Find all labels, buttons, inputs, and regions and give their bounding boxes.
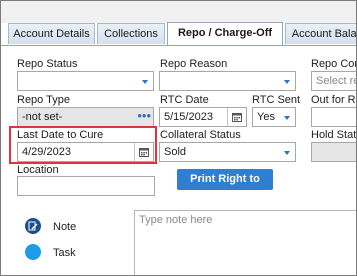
- collateral-status-label: Collateral Status: [160, 129, 241, 141]
- rtc-sent-select[interactable]: Yes: [252, 107, 296, 127]
- repo-type-field[interactable]: -not set- •••: [17, 107, 154, 127]
- hold-status-field[interactable]: [311, 142, 356, 162]
- print-right-to-cure-button[interactable]: Print Right to Cure: [177, 169, 273, 206]
- tab-bar: Account Details Collections Repo / Charg…: [8, 22, 356, 45]
- repo-com-label: Repo Com: [311, 58, 356, 70]
- collateral-status-select[interactable]: Sold: [159, 142, 296, 162]
- chevron-down-icon: [284, 116, 290, 120]
- hold-status-label: Hold Statu: [311, 129, 357, 141]
- repo-reason-select[interactable]: [159, 71, 296, 91]
- location-label: Location: [17, 164, 59, 176]
- out-for-repo-field[interactable]: [311, 107, 356, 127]
- repo-status-select[interactable]: [17, 71, 154, 91]
- top-band: [1, 1, 356, 23]
- repo-type-label: Repo Type: [17, 94, 71, 106]
- repo-reason-label: Repo Reason: [160, 58, 228, 70]
- rtc-date-label: RTC Date: [160, 94, 209, 106]
- tab-collections[interactable]: Collections: [97, 23, 165, 44]
- location-input[interactable]: [17, 176, 155, 196]
- task-icon[interactable]: [25, 244, 41, 260]
- repo-status-label: Repo Status: [17, 58, 78, 70]
- highlight-box: [9, 126, 157, 164]
- window-frame: Account Details Collections Repo / Charg…: [0, 0, 357, 276]
- task-option-label: Task: [53, 247, 76, 259]
- note-option-label: Note: [53, 221, 77, 233]
- calendar-icon[interactable]: [227, 108, 246, 126]
- tab-repo-charge-off[interactable]: Repo / Charge-Off: [167, 22, 283, 45]
- chevron-down-icon: [284, 151, 290, 155]
- more-icon[interactable]: •••: [137, 108, 151, 123]
- chevron-down-icon: [142, 80, 148, 84]
- out-for-repo-label: Out for Re: [311, 94, 357, 106]
- note-icon[interactable]: [25, 218, 41, 234]
- note-textarea[interactable]: Type note here: [134, 210, 356, 275]
- rtc-date-input[interactable]: 5/15/2023: [159, 107, 247, 127]
- rtc-sent-label: RTC Sent: [252, 94, 301, 106]
- repo-com-select[interactable]: Select rep: [311, 71, 356, 91]
- tab-account-details[interactable]: Account Details: [8, 23, 95, 44]
- tab-account-balance[interactable]: Account Balanc: [285, 23, 356, 44]
- chevron-down-icon: [284, 80, 290, 84]
